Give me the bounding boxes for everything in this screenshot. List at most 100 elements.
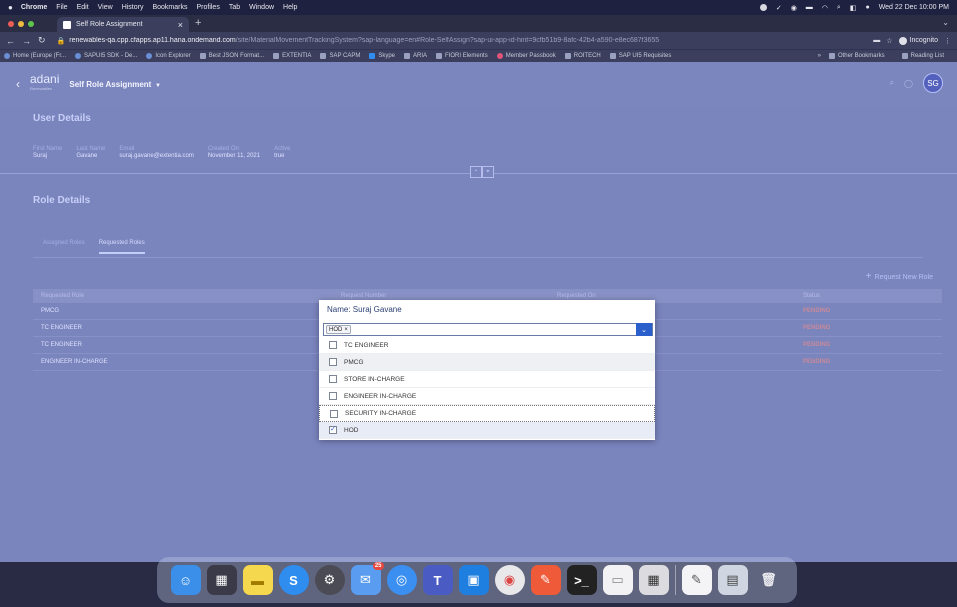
selected-token[interactable]: HOD × <box>326 325 351 334</box>
launchpad-icon[interactable]: ▦ <box>206 565 237 595</box>
menu-window[interactable]: Window <box>249 4 274 11</box>
status-circle-icon[interactable] <box>759 4 767 11</box>
menu-bookmarks[interactable]: Bookmarks <box>152 4 187 11</box>
clock-datetime[interactable]: Wed 22 Dec 10:00 PM <box>879 4 949 11</box>
field-last-name: Last Name Gavane <box>76 146 105 159</box>
key-icon[interactable]: ▬ <box>873 37 880 44</box>
preview-icon[interactable]: ✎ <box>681 565 712 595</box>
bookmark-item[interactable]: SAPUI5 SDK - De... <box>75 53 137 59</box>
menu-tab[interactable]: Tab <box>229 4 240 11</box>
reload-icon[interactable]: ↻ <box>38 35 46 46</box>
forward-arrow-icon[interactable]: → <box>22 36 31 46</box>
zoom-window-icon[interactable] <box>28 21 34 27</box>
dropdown-arrow-icon[interactable]: ⌄ <box>636 323 652 336</box>
finder-icon[interactable]: ☺ <box>170 565 201 595</box>
tab-search-icon[interactable]: ⌄ <box>942 18 949 27</box>
avatar[interactable]: SG <box>923 73 943 93</box>
bookmark-item[interactable]: Skype <box>369 53 395 59</box>
close-window-icon[interactable] <box>8 21 14 27</box>
notes-icon[interactable]: ▬ <box>242 565 273 595</box>
tab-assigned-roles[interactable]: Assigned Roles <box>43 240 85 254</box>
checkbox[interactable] <box>329 341 337 349</box>
add-icon: + <box>865 271 872 282</box>
bookmark-item[interactable]: SAP CAPM <box>320 53 360 59</box>
role-multicombobox[interactable]: HOD × ⌄ <box>323 323 653 336</box>
spotlight-icon[interactable]: ⌕ <box>837 4 841 12</box>
wand-icon[interactable]: ✓ <box>776 4 782 12</box>
bookmark-item[interactable]: SAP UI5 Requisites <box>609 53 671 59</box>
bookmark-item[interactable]: ARIA <box>404 53 427 59</box>
mac-menu-bar: ● Chrome File Edit View History Bookmark… <box>0 0 957 15</box>
terminal-icon[interactable]: >_ <box>566 565 597 595</box>
minimize-window-icon[interactable] <box>18 21 24 27</box>
tab-requested-roles[interactable]: Requested Roles <box>98 240 145 254</box>
teams-icon[interactable]: T <box>422 565 453 595</box>
bookmark-item[interactable]: FIORI Elements <box>436 53 488 59</box>
option-pmcg[interactable]: PMCG <box>319 354 655 371</box>
option-store-in-charge[interactable]: STORE IN-CHARGE <box>319 371 655 388</box>
notification-bell-icon[interactable]: ◯ <box>904 79 913 88</box>
bookmark-item[interactable]: EXTENTIA <box>273 53 311 59</box>
mail-icon[interactable]: ✉ 25 <box>350 562 384 595</box>
collapse-header-icon[interactable]: ⌃ <box>470 166 482 178</box>
menu-edit[interactable]: Edit <box>77 4 89 11</box>
option-engineer-in-charge[interactable]: ENGINEER IN-CHARGE <box>319 388 655 405</box>
tab-title: Self Role Assignment <box>76 21 143 28</box>
trash-icon[interactable]: 🗑 <box>754 565 784 595</box>
browser-tab[interactable]: Self Role Assignment × <box>57 17 189 32</box>
menu-history[interactable]: History <box>122 4 144 11</box>
textedit-icon[interactable]: ▭ <box>602 565 633 595</box>
checkbox[interactable] <box>329 392 337 400</box>
wifi-icon[interactable]: ◠ <box>822 4 828 12</box>
screenshot-icon[interactable]: ▤ <box>717 565 748 595</box>
menu-file[interactable]: File <box>56 4 67 11</box>
checkbox-checked[interactable]: ✓ <box>329 426 337 434</box>
pin-header-icon[interactable]: ⌖ <box>482 166 494 178</box>
other-bookmarks[interactable]: Other Bookmarks <box>828 53 885 59</box>
company-logo[interactable]: adani Renewables <box>30 73 59 94</box>
bookmark-item[interactable]: Icon Explorer <box>146 53 191 59</box>
back-icon[interactable]: ‹ <box>16 77 20 91</box>
column-header: Request Number <box>341 293 387 299</box>
checkbox[interactable] <box>330 409 338 418</box>
postman-icon[interactable]: ✎ <box>530 565 561 595</box>
skype-icon[interactable]: S <box>278 565 309 595</box>
back-arrow-icon[interactable]: ← <box>6 36 15 46</box>
system-preferences-icon[interactable]: ⚙ <box>314 565 345 595</box>
user-icon[interactable]: ● <box>865 4 869 11</box>
reading-list[interactable]: Reading List <box>901 53 944 59</box>
bookmark-item[interactable]: Home (Europe (Fr... <box>4 53 66 59</box>
token-remove-icon[interactable]: × <box>344 327 348 333</box>
bookmark-item[interactable]: Member Passbook <box>496 53 556 59</box>
option-tc-engineer[interactable]: TC ENGINEER <box>319 337 655 354</box>
safari-icon[interactable]: ◎ <box>386 565 417 595</box>
remote-desktop-icon[interactable]: ▣ <box>458 565 489 595</box>
app-title-menu[interactable]: Self Role Assignment ▼ <box>69 80 161 89</box>
option-security-in-charge[interactable]: SECURITY IN-CHARGE <box>319 405 655 422</box>
option-hod[interactable]: ✓ HOD <box>319 422 655 439</box>
checkbox[interactable] <box>329 375 337 383</box>
bookmark-item[interactable]: ROITECH <box>564 53 601 59</box>
menu-profiles[interactable]: Profiles <box>196 4 219 11</box>
url-field[interactable]: 🔒 renewables-qa.cpp.cfapps.ap11.hana.ond… <box>57 37 847 45</box>
menu-help[interactable]: Help <box>283 4 297 11</box>
menu-view[interactable]: View <box>98 4 113 11</box>
browser-menu-icon[interactable]: ⋮ <box>944 37 951 45</box>
request-new-role-button[interactable]: + Request New Role <box>866 271 933 282</box>
menu-chrome[interactable]: Chrome <box>21 4 47 11</box>
siri-icon[interactable]: ◉ <box>791 4 797 12</box>
apple-icon[interactable]: ● <box>8 3 13 12</box>
option-label: STORE IN-CHARGE <box>344 375 405 383</box>
incognito-indicator[interactable]: Incognito <box>898 36 938 45</box>
more-bookmarks-icon[interactable]: » <box>818 53 821 59</box>
search-icon[interactable]: ⌕ <box>890 78 894 88</box>
chrome-icon[interactable]: ◉ <box>494 565 525 595</box>
close-tab-icon[interactable]: × <box>178 20 183 30</box>
bookmark-star-icon[interactable]: ☆ <box>886 37 892 45</box>
control-center-icon[interactable]: ◧ <box>850 4 857 12</box>
battery-icon[interactable]: ▬ <box>806 4 813 11</box>
calculator-icon[interactable]: ▦ <box>638 565 669 595</box>
bookmark-item[interactable]: Best JSON Format... <box>199 53 264 59</box>
checkbox[interactable] <box>329 358 337 366</box>
new-tab-icon[interactable]: + <box>195 17 201 29</box>
